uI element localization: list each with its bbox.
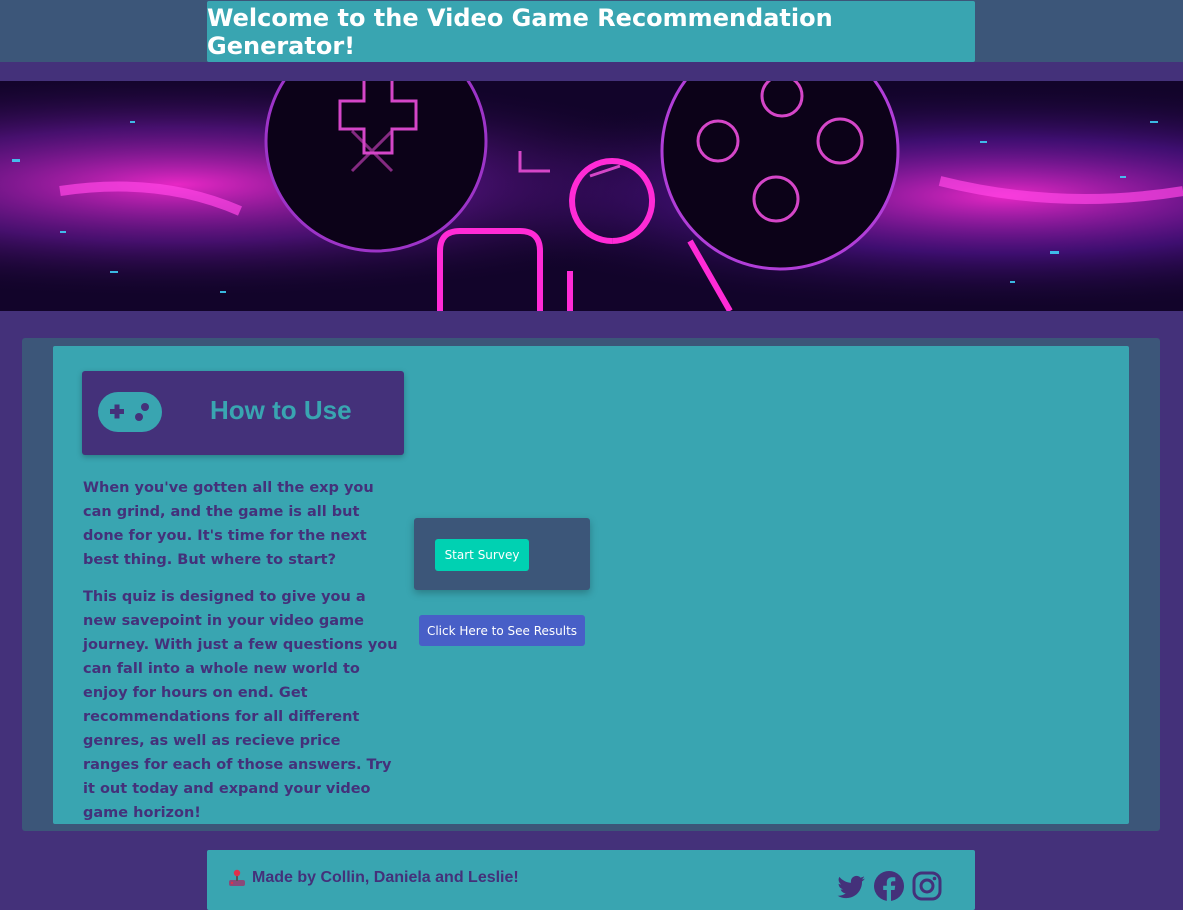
facebook-icon[interactable]: [873, 870, 905, 902]
how-to-use-description: When you've gotten all the exp you can g…: [83, 476, 401, 838]
description-paragraph: When you've gotten all the exp you can g…: [83, 480, 374, 568]
how-to-use-header: How to Use: [82, 371, 404, 455]
game-controller-banner-image: [0, 81, 1183, 311]
social-links: [835, 870, 943, 902]
credits-text: Made by Collin, Daniela and Leslie!: [252, 869, 519, 886]
joystick-icon: [229, 869, 245, 886]
description-paragraph: This quiz is designed to give you a new …: [83, 589, 398, 821]
how-to-use-heading: How to Use: [210, 395, 352, 425]
footer: Made by Collin, Daniela and Leslie!: [207, 850, 975, 910]
hero-banner: [0, 81, 1183, 311]
survey-panel: Start Survey: [414, 518, 590, 590]
header: Welcome to the Video Game Recommendation…: [207, 1, 975, 62]
twitter-icon[interactable]: [835, 870, 867, 902]
see-results-button[interactable]: Click Here to See Results: [419, 615, 585, 646]
start-survey-button[interactable]: Start Survey: [435, 539, 529, 571]
page-title: Welcome to the Video Game Recommendation…: [207, 3, 833, 60]
gamepad-icon: [98, 392, 162, 432]
footer-credits: Made by Collin, Daniela and Leslie!: [228, 869, 519, 887]
instagram-icon[interactable]: [911, 870, 943, 902]
